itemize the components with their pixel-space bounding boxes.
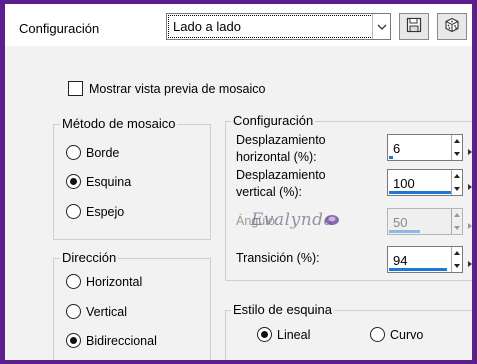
transition-bar	[389, 268, 447, 271]
radio-vertical-label: Vertical	[86, 304, 127, 319]
transition-flyout-arrow[interactable]	[468, 256, 472, 267]
dialog-title: Configuración	[19, 21, 100, 36]
chevron-down-icon[interactable]	[372, 14, 390, 39]
h-offset-bar	[389, 156, 393, 159]
transition-stepper[interactable]	[451, 247, 462, 272]
preset-value: Lado a lado	[173, 19, 241, 34]
v-offset-value: 100	[393, 176, 415, 191]
radio-horizontal[interactable]: Horizontal	[66, 274, 142, 289]
radio-vertical[interactable]: Vertical	[66, 304, 127, 319]
v-offset-flyout-arrow[interactable]	[468, 179, 472, 190]
radio-horizontal-label: Horizontal	[86, 274, 143, 289]
radio-horizontal-circle[interactable]	[66, 274, 81, 289]
radio-esquina[interactable]: Esquina	[66, 174, 131, 189]
radio-borde[interactable]: Borde	[66, 145, 119, 160]
tile-dialog: Configuración Lado a lado Mostrar vista …	[5, 4, 472, 360]
angle-input: 50	[387, 208, 463, 235]
floppy-disk-icon	[406, 17, 422, 36]
radio-lineal[interactable]: Lineal	[257, 327, 310, 342]
radio-bidireccional-label: Bidireccional	[86, 333, 157, 348]
angle-flyout-arrow	[468, 218, 472, 229]
h-offset-value: 6	[393, 141, 401, 156]
corner-style-title: Estilo de esquina	[231, 302, 335, 317]
radio-esquina-label: Esquina	[86, 174, 132, 189]
v-offset-label-2: vertical (%):	[236, 185, 302, 199]
radio-curvo[interactable]: Curvo	[370, 327, 423, 342]
h-offset-label-2: horizontal (%):	[236, 150, 317, 164]
settings-title: Configuración	[231, 113, 316, 128]
radio-vertical-circle[interactable]	[66, 304, 81, 319]
randomize-button[interactable]	[437, 13, 467, 40]
preset-dropdown[interactable]: Lado a lado	[166, 13, 391, 40]
radio-bidireccional[interactable]: Bidireccional	[66, 333, 157, 348]
radio-espejo-label: Espejo	[86, 204, 125, 219]
tile-method-title: Método de mosaico	[60, 116, 178, 131]
radio-lineal-label: Lineal	[277, 327, 311, 342]
h-offset-input[interactable]: 6	[387, 134, 463, 161]
save-preset-button[interactable]	[399, 13, 429, 40]
radio-espejo-circle[interactable]	[66, 204, 81, 219]
h-offset-flyout-arrow[interactable]	[468, 144, 472, 155]
watermark-signature: Evalynda	[251, 210, 335, 230]
angle-stepper	[451, 209, 462, 234]
preview-checkbox-row[interactable]: Mostrar vista previa de mosaico	[68, 81, 265, 96]
v-offset-input[interactable]: 100	[387, 169, 463, 196]
dice-icon	[444, 17, 460, 36]
angle-bar	[389, 230, 420, 233]
direction-title: Dirección	[60, 250, 119, 265]
radio-borde-label: Borde	[86, 145, 120, 160]
transition-value: 94	[393, 253, 408, 268]
radio-lineal-circle[interactable]	[257, 327, 272, 342]
transition-input[interactable]: 94	[387, 246, 463, 273]
radio-curvo-circle[interactable]	[370, 327, 385, 342]
preview-checkbox[interactable]	[68, 81, 83, 96]
transition-label: Transición (%):	[236, 251, 320, 265]
h-offset-stepper[interactable]	[451, 135, 462, 160]
preview-checkbox-label: Mostrar vista previa de mosaico	[89, 81, 266, 96]
radio-curvo-label: Curvo	[390, 327, 424, 342]
radio-bidireccional-circle[interactable]	[66, 333, 81, 348]
v-offset-bar	[389, 191, 451, 194]
radio-esquina-circle[interactable]	[66, 174, 81, 189]
h-offset-label-1: Desplazamiento	[236, 133, 326, 147]
angle-value: 50	[393, 215, 408, 230]
top-bar: Configuración Lado a lado	[5, 4, 472, 46]
flower-icon	[324, 213, 340, 230]
v-offset-label-1: Desplazamiento	[236, 168, 326, 182]
v-offset-stepper[interactable]	[451, 170, 462, 195]
radio-borde-circle[interactable]	[66, 145, 81, 160]
radio-espejo[interactable]: Espejo	[66, 204, 124, 219]
